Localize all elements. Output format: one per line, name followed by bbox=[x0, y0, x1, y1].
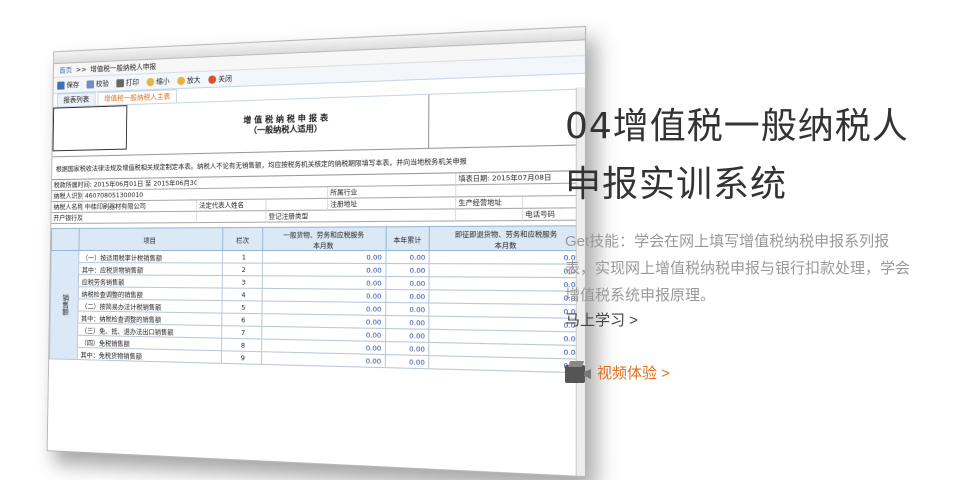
close-button[interactable]: 关闭 bbox=[208, 73, 232, 84]
row-number: 4 bbox=[222, 288, 263, 302]
zoom-in-icon bbox=[177, 76, 186, 85]
zoom-out-button[interactable]: 缩小 bbox=[146, 76, 170, 87]
close-icon bbox=[208, 74, 217, 84]
row-number: 5 bbox=[221, 300, 263, 314]
screenshot-stage: 首页 >> 增值税一般纳税人申报 保存 校验 打印 缩小 放大 关闭 报表列表 … bbox=[30, 25, 590, 478]
breadcrumb-separator: >> bbox=[75, 65, 87, 74]
row-item: （一）按适用税率计税销售额 bbox=[78, 250, 223, 264]
taxpayer-info: 税款所属时间: 2015年06月01日 至 2015年06月30日 填表日期: … bbox=[51, 171, 587, 225]
year-amount-field[interactable]: 0.00 bbox=[385, 315, 429, 330]
row-number: 3 bbox=[222, 275, 263, 289]
refund-amount-field[interactable]: 0.00 bbox=[428, 355, 585, 373]
year-amount-field[interactable]: 0.00 bbox=[385, 289, 429, 303]
course-title: 04增值税一般纳税人 申报实训系统 bbox=[565, 106, 909, 205]
row-number: 1 bbox=[222, 250, 263, 264]
video-link[interactable]: 视频体验 > bbox=[565, 361, 670, 383]
app-screenshot: 首页 >> 增值税一般纳税人申报 保存 校验 打印 缩小 放大 关闭 报表列表 … bbox=[46, 25, 587, 478]
month-amount-field[interactable]: 0.00 bbox=[262, 275, 386, 290]
refund-amount-field[interactable]: 0.00 bbox=[428, 276, 585, 292]
year-amount-field[interactable]: 0.00 bbox=[384, 341, 429, 356]
month-amount-field[interactable]: 0.00 bbox=[262, 263, 386, 277]
video-link-label: 视频体验 > bbox=[597, 364, 670, 382]
row-number: 2 bbox=[222, 263, 263, 276]
form-title: 增 值 税 纳 税 申 报 表 （一般纳税人适用） bbox=[243, 113, 329, 136]
year-amount-field[interactable]: 0.00 bbox=[385, 263, 430, 277]
course-info: 04增值税一般纳税人 申报实训系统 Get技能：学会在网上填写增值税纳税申报系列… bbox=[565, 98, 925, 383]
form-stamp-box bbox=[52, 105, 128, 152]
sales-section-label: 销售额 bbox=[49, 250, 79, 360]
print-button[interactable]: 打印 bbox=[116, 77, 139, 88]
legal-rep-field[interactable] bbox=[266, 198, 329, 212]
tab-vat-main-form[interactable]: 增值税一般纳税人主表 bbox=[97, 89, 178, 106]
month-amount-field[interactable]: 0.00 bbox=[261, 351, 385, 368]
row-number: 9 bbox=[221, 350, 262, 365]
refund-amount-field[interactable]: 0.00 bbox=[429, 250, 585, 265]
period-field[interactable]: 2015年06月01日 至 2015年06月30日 bbox=[94, 179, 198, 189]
month-amount-field[interactable]: 0.00 bbox=[262, 250, 386, 264]
declaration-table: 项目 栏次 一般货物、劳务和应税服务 本月数 本年累计 即征即退货物、劳务和应税服… bbox=[49, 225, 585, 373]
row-item: 其中：应税货物销售额 bbox=[78, 262, 223, 276]
refund-amount-field[interactable]: 0.00 bbox=[429, 263, 585, 278]
save-button[interactable]: 保存 bbox=[57, 79, 79, 90]
year-amount-field[interactable]: 0.00 bbox=[384, 328, 429, 343]
save-icon bbox=[57, 81, 65, 90]
table-body: 销售额 （一）按适用税率计税销售额 1 0.00 0.00 0.00 其中：应税货物销售额 2… bbox=[49, 250, 585, 373]
year-amount-field[interactable]: 0.00 bbox=[385, 250, 430, 264]
zoom-in-button[interactable]: 放大 bbox=[177, 74, 201, 85]
validate-icon bbox=[86, 79, 95, 89]
year-amount-field[interactable]: 0.00 bbox=[384, 354, 429, 369]
year-amount-field[interactable]: 0.00 bbox=[385, 302, 429, 317]
course-description: Get技能：学会在网上填写增值税纳税申报系列报表，实现网上增值税纳税申报与银行扣… bbox=[565, 233, 911, 304]
row-item: 其中：免税货物销售额 bbox=[77, 347, 222, 364]
year-amount-field[interactable]: 0.00 bbox=[385, 276, 430, 290]
form-right-box bbox=[428, 89, 585, 149]
breadcrumb-home[interactable]: 首页 bbox=[59, 65, 72, 75]
printer-icon bbox=[116, 78, 124, 87]
zoom-out-icon bbox=[146, 77, 155, 86]
tab-report-list[interactable]: 报表列表 bbox=[56, 92, 96, 107]
row-number: 6 bbox=[221, 313, 262, 327]
learn-now-link[interactable]: 马上学习 > bbox=[565, 309, 638, 333]
film-camera-icon bbox=[565, 361, 591, 383]
row-number: 8 bbox=[221, 338, 262, 352]
row-number: 7 bbox=[221, 325, 262, 340]
breadcrumb-current: 增值税一般纳税人申报 bbox=[90, 62, 157, 73]
validate-button[interactable]: 校验 bbox=[86, 78, 109, 89]
bank-field[interactable] bbox=[82, 211, 197, 224]
